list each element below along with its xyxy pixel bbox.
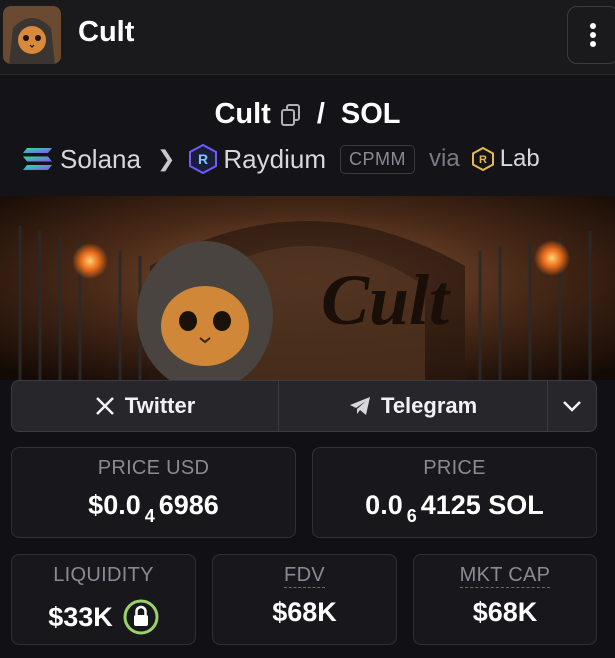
price-zero-count: 6 [406,506,417,526]
price-usd-value: $0.0 4 6986 [12,490,295,526]
stat-fdv: FDV $68K [212,554,397,645]
price-digits: 4125 SOL [420,490,544,520]
pool-type-badge: CPMM [340,144,415,174]
liquidity-value-row: $33K [12,599,195,635]
telegram-label: Telegram [381,393,478,418]
dex-link[interactable]: Raydium [223,144,326,175]
twitter-button[interactable]: Twitter [12,381,280,431]
token-avatar [3,6,61,64]
fdv-label[interactable]: FDV [284,564,325,588]
liquidity-value: $33K [48,601,113,632]
app-title: Cult [78,16,135,48]
hooded-cat-avatar-icon [3,6,61,64]
network-link[interactable]: Solana [60,144,141,175]
price-usd-digits: 6986 [158,490,219,520]
lab-icon: R [471,147,494,171]
token-banner: Cult [0,196,615,380]
mkt-cap-label[interactable]: MKT CAP [459,564,551,588]
mkt-cap-value: $68K [472,597,538,627]
copy-icon[interactable] [280,103,301,126]
price-usd-prefix: $0.0 [88,490,141,520]
stat-liquidity: LIQUIDITY $33K [11,554,196,645]
telegram-icon [350,397,371,415]
mkt-cap-label-wrap: MKT CAP [414,564,596,588]
stat-mkt-cap: MKT CAP $68K [413,554,597,645]
banner-image: Cult [0,196,615,380]
via-label: via [429,145,460,172]
pair-title: Cult / SOL [0,98,615,131]
fdv-value: $68K [272,597,337,627]
fdv-label-wrap: FDV [213,564,396,588]
lock-icon[interactable] [123,599,159,635]
stat-price: PRICE 0.0 6 4125 SOL [312,447,597,538]
liquidity-label: LIQUIDITY [53,564,154,586]
x-logo-icon [95,397,114,415]
more-menu-button[interactable] [567,6,615,64]
quote-token: SOL [340,98,401,130]
price-prefix: 0.0 [365,490,403,520]
price-usd-zero-count: 4 [144,506,155,526]
svg-text:R: R [198,151,208,167]
top-bar: Cult [0,0,615,75]
chain-breadcrumb: Solana ❯ R Raydium CPMM via R Lab [22,142,540,176]
base-token: Cult [214,98,271,130]
pair-separator: / [316,98,325,130]
stat-price-usd: PRICE USD $0.0 4 6986 [11,447,296,538]
more-links-button[interactable] [548,381,596,431]
price-usd-label: PRICE USD [97,457,210,479]
raydium-icon: R [189,144,218,174]
svg-text:Cult: Cult [321,260,451,340]
price-value: 0.0 6 4125 SOL [313,490,596,526]
twitter-label: Twitter [124,393,196,418]
launchpad-link[interactable]: Lab [500,145,540,173]
telegram-button[interactable]: Telegram [279,381,549,431]
chevron-right-icon: ❯ [156,146,176,171]
social-links-bar: Twitter Telegram [11,380,597,432]
pair-header: Cult / SOL Solana ❯ R Raydium CPMM via R… [0,76,615,196]
svg-text:R: R [479,154,487,166]
price-label: PRICE [423,457,486,479]
chevron-down-icon [563,401,581,412]
solana-icon [22,146,54,172]
kebab-menu-icon [590,23,596,47]
